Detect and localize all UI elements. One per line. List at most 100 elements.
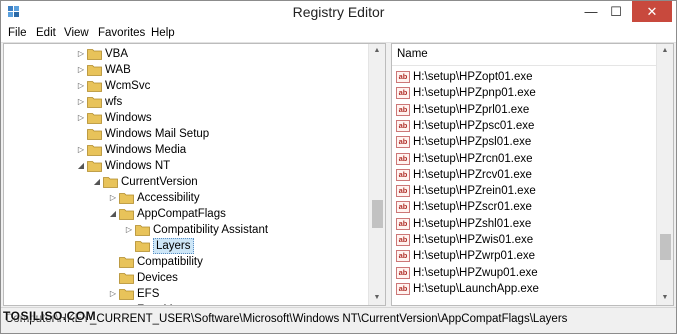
value-name: H:\setup\HPZscr01.exe xyxy=(413,201,532,214)
value-name: H:\setup\HPZrcv01.exe xyxy=(413,168,532,181)
expand-toggle-icon[interactable]: ◢ xyxy=(76,158,86,174)
tree-item[interactable]: Devices xyxy=(4,270,368,286)
expand-toggle-icon[interactable]: ◢ xyxy=(108,206,118,222)
tree-item[interactable]: ◢ AppCompatFlags xyxy=(4,206,368,222)
values-list[interactable]: Name ab H:\setup\HPZopt01.exe ab H:\setup\H… xyxy=(391,43,674,306)
menu-file[interactable]: File xyxy=(8,27,27,39)
value-row[interactable]: ab H:\setup\HPZscr01.exe xyxy=(392,199,658,215)
tree-item-label: Accessibility xyxy=(137,192,200,204)
value-row[interactable]: ab H:\setup\HPZwis01.exe xyxy=(392,232,658,248)
value-row[interactable]: ab H:\setup\HPZshl01.exe xyxy=(392,216,658,232)
tree-item[interactable]: ▷ WcmSvc xyxy=(4,78,368,94)
tree-item[interactable]: ▷ Accessibility xyxy=(4,190,368,206)
value-row[interactable]: ab H:\setup\HPZopt01.exe xyxy=(392,69,658,85)
expand-toggle-icon[interactable]: ▷ xyxy=(76,46,86,62)
menu-help[interactable]: Help xyxy=(151,27,175,39)
string-value-icon: ab xyxy=(396,201,410,214)
tree-item-label: Devices xyxy=(137,272,178,284)
value-name: H:\setup\HPZpsc01.exe xyxy=(413,119,535,132)
string-value-icon: ab xyxy=(396,217,410,230)
value-row[interactable]: ab H:\setup\HPZpsl01.exe xyxy=(392,134,658,150)
tree-item-label: WAB xyxy=(105,64,131,76)
tree-item[interactable]: ▷ Windows Media xyxy=(4,142,368,158)
tree-item[interactable]: ◢ Windows NT xyxy=(4,158,368,174)
tree-item[interactable]: Compatibility xyxy=(4,254,368,270)
tree-item-label: Windows xyxy=(105,112,152,124)
expand-toggle-icon[interactable]: ▷ xyxy=(76,94,86,110)
value-row[interactable]: ab H:\setup\HPZrcn01.exe xyxy=(392,151,658,167)
expand-toggle-icon[interactable] xyxy=(76,126,86,142)
expand-toggle-icon[interactable]: ◢ xyxy=(92,174,102,190)
menu-view[interactable]: View xyxy=(64,27,89,39)
maximize-button[interactable]: ☐ xyxy=(601,1,631,22)
expand-toggle-icon[interactable]: ▷ xyxy=(108,190,118,206)
tree-item-label: wfs xyxy=(105,96,123,108)
tree-scrollbar[interactable]: ▲ ▼ xyxy=(368,44,385,305)
value-row[interactable]: ab H:\setup\HPZwup01.exe xyxy=(392,265,658,281)
tree-item-label-selected: Layers xyxy=(153,238,194,254)
expand-toggle-icon[interactable]: ▷ xyxy=(76,78,86,94)
tree-item[interactable]: Layers xyxy=(4,238,368,254)
value-row[interactable]: ab H:\setup\HPZprl01.exe xyxy=(392,102,658,118)
folder-icon xyxy=(119,193,134,204)
tree-scrollbar-thumb[interactable] xyxy=(372,200,383,228)
value-name: H:\setup\HPZrcn01.exe xyxy=(413,152,533,165)
tree-item-label: Compatibility xyxy=(137,256,203,268)
value-row[interactable]: ab H:\setup\HPZwrp01.exe xyxy=(392,248,658,264)
tree-item[interactable]: Windows Mail Setup xyxy=(4,126,368,142)
expand-toggle-icon[interactable]: ▷ xyxy=(76,110,86,126)
value-name: H:\setup\HPZprl01.exe xyxy=(413,103,530,116)
value-name: H:\setup\HPZwrp01.exe xyxy=(413,250,536,263)
expand-toggle-icon[interactable] xyxy=(108,254,118,270)
scroll-up-icon[interactable]: ▲ xyxy=(657,44,673,58)
window-title: Registry Editor xyxy=(292,4,385,20)
title-bar[interactable]: Registry Editor — ☐ ✕ xyxy=(1,1,676,24)
tree-item-label: Font Management xyxy=(137,302,230,305)
tree-item-label: EFS xyxy=(137,288,160,300)
expand-toggle-icon[interactable]: ▷ xyxy=(108,286,118,302)
tree-item[interactable]: ▷ EFS xyxy=(4,286,368,302)
string-value-icon: ab xyxy=(396,282,410,295)
string-value-icon: ab xyxy=(396,152,410,165)
expand-toggle-icon[interactable]: ▷ xyxy=(76,62,86,78)
value-name: H:\setup\HPZrein01.exe xyxy=(413,185,536,198)
value-row[interactable]: ab H:\setup\HPZpsc01.exe xyxy=(392,118,658,134)
expand-toggle-icon[interactable]: ▷ xyxy=(76,142,86,158)
scroll-down-icon[interactable]: ▼ xyxy=(369,291,385,305)
string-value-icon: ab xyxy=(396,103,410,116)
tree-item[interactable]: ▷ wfs xyxy=(4,94,368,110)
string-value-icon: ab xyxy=(396,71,410,83)
list-scrollbar[interactable]: ▲ ▼ xyxy=(656,44,673,305)
tree-item[interactable]: ▷ WAB xyxy=(4,62,368,78)
tree-item-label: Windows Mail Setup xyxy=(105,128,210,140)
menu-favorites[interactable]: Favorites xyxy=(98,27,145,39)
close-button[interactable]: ✕ xyxy=(632,1,672,22)
scroll-down-icon[interactable]: ▼ xyxy=(657,291,673,305)
value-row[interactable]: ab H:\setup\LaunchApp.exe xyxy=(392,281,658,297)
menu-edit[interactable]: Edit xyxy=(36,27,56,39)
value-name: H:\setup\HPZpsl01.exe xyxy=(413,136,532,149)
scroll-up-icon[interactable]: ▲ xyxy=(369,44,385,58)
column-header-label: Name xyxy=(397,48,428,60)
registry-tree[interactable]: ▷ VBA ▷ WAB ▷ WcmSvc ▷ wfs ▷ Windows Windows Mail … xyxy=(3,43,386,306)
folder-icon xyxy=(119,273,134,284)
folder-icon xyxy=(87,145,102,156)
expand-toggle-icon[interactable] xyxy=(124,238,134,254)
value-row[interactable]: ab H:\setup\HPZrein01.exe xyxy=(392,183,658,199)
value-row[interactable]: ab H:\setup\HPZpnp01.exe xyxy=(392,85,658,101)
column-header-name[interactable]: Name xyxy=(392,44,658,66)
folder-icon xyxy=(135,241,150,252)
watermark-text: TOSILISO.COM xyxy=(3,309,97,323)
tree-item[interactable]: ▷ VBA xyxy=(4,46,368,62)
value-row[interactable]: ab H:\setup\HPZrcv01.exe xyxy=(392,167,658,183)
list-scrollbar-thumb[interactable] xyxy=(660,234,671,260)
tree-item[interactable]: ▷ Compatibility Assistant xyxy=(4,222,368,238)
string-value-icon: ab xyxy=(396,185,410,198)
tree-item[interactable]: ▷ Font Management xyxy=(4,302,368,306)
tree-item[interactable]: ◢ CurrentVersion xyxy=(4,174,368,190)
tree-item[interactable]: ▷ Windows xyxy=(4,110,368,126)
expand-toggle-icon[interactable]: ▷ xyxy=(108,302,118,305)
folder-icon xyxy=(119,304,134,306)
expand-toggle-icon[interactable]: ▷ xyxy=(124,222,134,238)
expand-toggle-icon[interactable] xyxy=(108,270,118,286)
